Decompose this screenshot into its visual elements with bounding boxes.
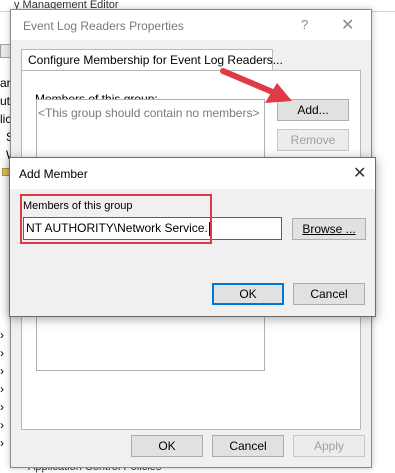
properties-title-bar: Event Log Readers Properties ? ✕ <box>11 10 371 40</box>
remove-button[interactable]: Remove <box>277 129 349 151</box>
add-member-title-bar: Add Member ✕ <box>10 158 375 189</box>
tree-item-fragment-2[interactable]: ut <box>0 94 10 108</box>
cancel-button[interactable]: Cancel <box>293 283 365 305</box>
annotation-arrow-icon <box>220 68 292 103</box>
ok-button[interactable]: OK <box>212 283 284 305</box>
chevron-right-icon[interactable]: › <box>0 436 4 450</box>
help-button[interactable]: ? <box>301 17 308 32</box>
chevron-right-icon[interactable]: › <box>0 328 4 342</box>
ok-button[interactable]: OK <box>131 435 203 457</box>
browse-button[interactable]: Browse ... <box>292 218 366 240</box>
add-member-dialog: Add Member ✕ Members of this group NT AU… <box>9 157 376 317</box>
properties-title: Event Log Readers Properties <box>23 19 184 33</box>
annotation-highlight-box <box>20 194 212 244</box>
apply-button[interactable]: Apply <box>293 435 365 457</box>
close-icon[interactable]: ✕ <box>341 15 354 35</box>
add-member-title: Add Member <box>19 167 88 181</box>
members-empty-text: <This group should contain no members> <box>38 106 260 120</box>
cancel-button[interactable]: Cancel <box>212 435 284 457</box>
chevron-right-icon[interactable]: › <box>0 364 4 378</box>
close-icon[interactable]: ✕ <box>353 163 366 183</box>
chevron-right-icon[interactable]: › <box>0 346 4 360</box>
chevron-right-icon[interactable]: › <box>0 382 4 396</box>
browse-button-label: Browse ... <box>302 222 356 236</box>
chevron-right-icon[interactable]: › <box>0 400 4 414</box>
chevron-right-icon[interactable]: › <box>0 418 4 432</box>
